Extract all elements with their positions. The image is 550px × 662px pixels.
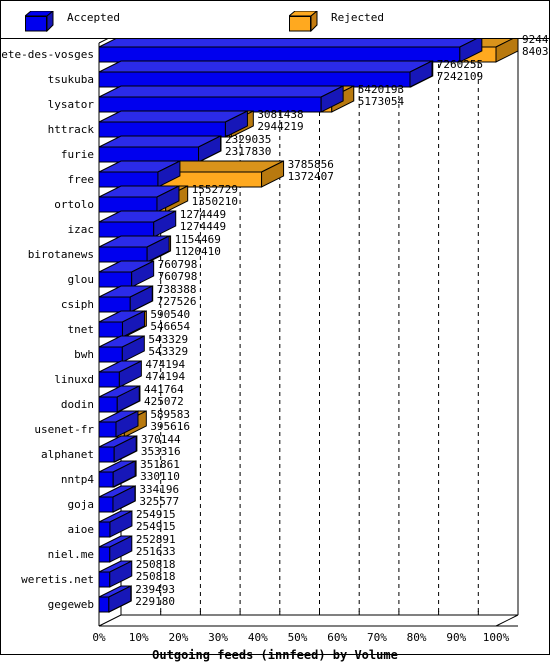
accepted-color-swatch-icon — [25, 11, 53, 30]
x-axis-tick-label: 100% — [472, 631, 520, 644]
x-axis-title: Outgoing feeds (innfeed) by Volume — [1, 648, 549, 662]
x-axis — [1, 39, 549, 654]
legend-label-accepted: Accepted — [67, 11, 120, 24]
rejected-color-swatch-icon — [289, 11, 317, 30]
chart-plot-area: bete-des-vosgestsukubalysatorhttrackfuri… — [1, 39, 549, 654]
legend-label-rejected: Rejected — [331, 11, 384, 24]
chart-legend: Accepted Rejected — [1, 1, 549, 39]
chart-window: Accepted Rejected bete-des-vosgestsukuba… — [0, 0, 550, 655]
